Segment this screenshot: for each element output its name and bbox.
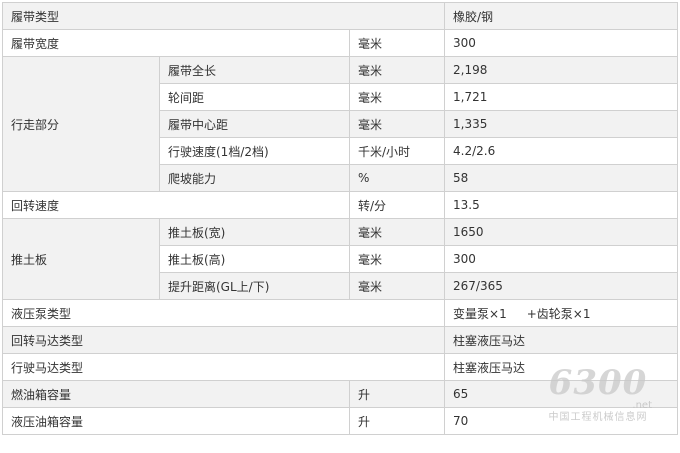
value-swing-speed: 13.5 [444,191,679,219]
row-hydraulic-tank: 液压油箱容量 升 70 [2,407,679,435]
value-blade-width: 1650 [444,218,679,246]
value-swing-motor: 柱塞液压马达 [444,326,679,354]
row-travel-1: 行走部分 履带全长 毫米 2,198 [2,56,679,192]
label-swing-motor: 回转马达类型 [1,326,446,354]
unit-blade-height: 毫米 [348,245,446,273]
label-track-length: 履带全长 [159,56,350,84]
row-track-width: 履带宽度 毫米 300 [2,29,679,57]
value-pump-main: 变量泵×1 [453,306,507,321]
label-travel-speed: 行驶速度(1档/2档) [159,137,350,165]
unit-blade-width: 毫米 [348,218,446,246]
row-travel-motor: 行驶马达类型 柱塞液压马达 [1,353,679,381]
label-travel-motor: 行驶马达类型 [1,353,446,381]
unit-track-width: 毫米 [348,29,446,57]
label-wheelbase: 轮间距 [159,83,350,111]
value-pump-type: 变量泵×1 +齿轮泵×1 [444,299,679,327]
value-track-type: 橡胶/钢 [444,2,679,30]
value-travel-motor: 柱塞液压马达 [444,353,679,381]
spec-table: 履带类型 橡胶/钢 履带宽度 毫米 300 行走部分 履带全长 毫米 2,198… [1,2,679,435]
value-track-width: 300 [444,29,679,57]
row-pump-type: 液压泵类型 变量泵×1 +齿轮泵×1 [1,299,679,327]
value-hydraulic-tank: 70 [444,407,679,435]
group-blade: 推土板 [2,218,160,300]
unit-gradeability: % [348,164,446,192]
row-track-type: 履带类型 橡胶/钢 [1,2,679,30]
unit-fuel-tank: 升 [348,380,446,408]
label-hydraulic-tank: 液压油箱容量 [2,407,350,435]
row-swing-motor: 回转马达类型 柱塞液压马达 [1,326,679,354]
value-track-gauge: 1,335 [444,110,679,138]
row-blade-1: 推土板 推土板(宽) 毫米 1650 [2,218,679,300]
label-blade-height: 推土板(高) [159,245,350,273]
value-travel-speed: 4.2/2.6 [444,137,679,165]
row-fuel-tank: 燃油箱容量 升 65 [2,380,679,408]
label-swing-speed: 回转速度 [2,191,350,219]
value-blade-lift: 267/365 [444,272,679,300]
label-pump-type: 液压泵类型 [1,299,446,327]
value-fuel-tank: 65 [444,380,679,408]
unit-track-gauge: 毫米 [348,110,446,138]
group-travel: 行走部分 [2,56,160,192]
value-track-length: 2,198 [444,56,679,84]
value-wheelbase: 1,721 [444,83,679,111]
label-track-type: 履带类型 [1,2,446,30]
label-track-width: 履带宽度 [2,29,350,57]
unit-travel-speed: 千米/小时 [348,137,446,165]
value-gradeability: 58 [444,164,679,192]
unit-swing-speed: 转/分 [348,191,446,219]
value-blade-height: 300 [444,245,679,273]
value-pump-gear: +齿轮泵×1 [526,306,591,321]
unit-wheelbase: 毫米 [348,83,446,111]
label-track-gauge: 履带中心距 [159,110,350,138]
unit-track-length: 毫米 [348,56,446,84]
row-swing-speed: 回转速度 转/分 13.5 [2,191,679,219]
label-fuel-tank: 燃油箱容量 [2,380,350,408]
unit-hydraulic-tank: 升 [348,407,446,435]
label-blade-width: 推土板(宽) [159,218,350,246]
label-blade-lift: 提升距离(GL上/下) [159,272,350,300]
label-gradeability: 爬坡能力 [159,164,350,192]
unit-blade-lift: 毫米 [348,272,446,300]
